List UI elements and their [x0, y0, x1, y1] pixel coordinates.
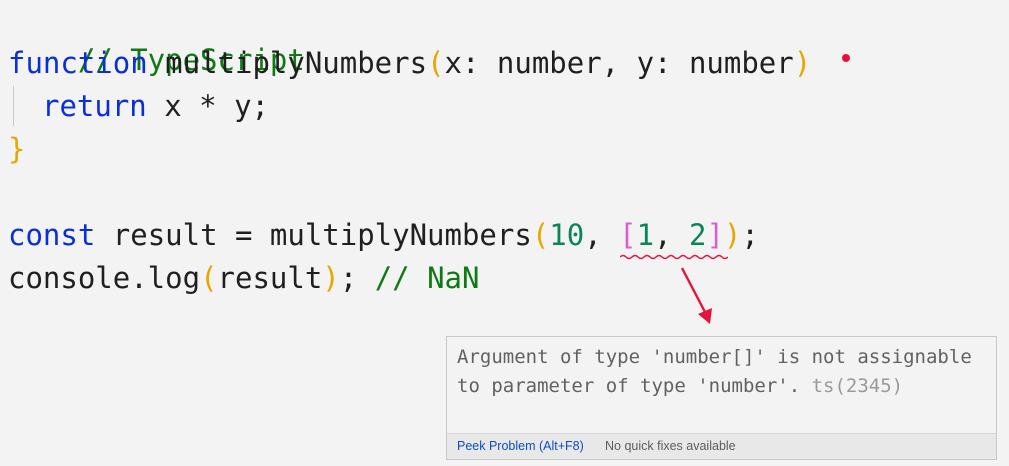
number-token: 1	[636, 218, 655, 252]
code-line-7[interactable]: console.log(result); // NaN	[8, 258, 479, 298]
argument-token: result	[217, 261, 323, 295]
code-line-4[interactable]: }	[8, 129, 25, 169]
function-name-token: multiplyNumbers	[147, 46, 428, 80]
bracket-token: ]	[706, 218, 724, 252]
keyword-token: return	[42, 89, 147, 123]
bracket-token: [	[619, 218, 637, 252]
peek-problem-link[interactable]: Peek Problem (Alt+F8)	[457, 434, 584, 459]
paren-token: )	[723, 218, 742, 252]
error-hover-tooltip: Argument of type 'number[]' is not assig…	[446, 336, 997, 460]
expression-token: x * y;	[146, 89, 269, 123]
console-token: console.log	[8, 261, 201, 295]
annotation-arrow-icon	[680, 267, 712, 324]
brace-token: }	[8, 132, 26, 166]
keyword-token: function	[8, 46, 148, 80]
comment-token: // NaN	[374, 261, 480, 295]
no-quick-fixes-text: No quick fixes available	[605, 439, 736, 453]
code-line-3[interactable]: return x * y;	[42, 86, 269, 126]
hover-message: Argument of type 'number[]' is not assig…	[457, 343, 977, 401]
hover-status-bar: Peek Problem (Alt+F8) No quick fixes ava…	[447, 433, 996, 459]
code-line-2[interactable]: function multiplyNumbers(x: number, y: n…	[8, 43, 811, 83]
error-code-text: ts(2345)	[800, 375, 904, 397]
assignment-token: result = multiplyNumbers	[95, 218, 532, 252]
comma-token: ,	[654, 218, 689, 252]
code-line-1[interactable]: // TypeScript	[8, 0, 305, 77]
number-token: 10	[549, 218, 585, 252]
keyword-token: const	[8, 218, 96, 252]
semicolon-token: ;	[741, 218, 759, 252]
code-line-6[interactable]: const result = multiplyNumbers(10, [1, 2…	[8, 215, 759, 255]
comma-token: ,	[584, 218, 620, 252]
semicolon-token: ;	[339, 261, 375, 295]
error-squiggle[interactable]	[620, 254, 728, 260]
number-token: 2	[688, 218, 707, 252]
paren-token: )	[322, 261, 340, 295]
paren-token: (	[427, 46, 445, 80]
indent-guide	[13, 86, 14, 126]
error-message-text: Argument of type 'number[]' is not assig…	[457, 346, 984, 397]
paren-token: (	[531, 218, 550, 252]
error-indicator-dot	[842, 54, 850, 62]
paren-token: )	[793, 46, 812, 80]
paren-token: (	[200, 261, 218, 295]
params-token: x: number, y: number	[444, 46, 794, 80]
code-editor[interactable]: // TypeScript function multiplyNumbers(x…	[0, 0, 1009, 466]
